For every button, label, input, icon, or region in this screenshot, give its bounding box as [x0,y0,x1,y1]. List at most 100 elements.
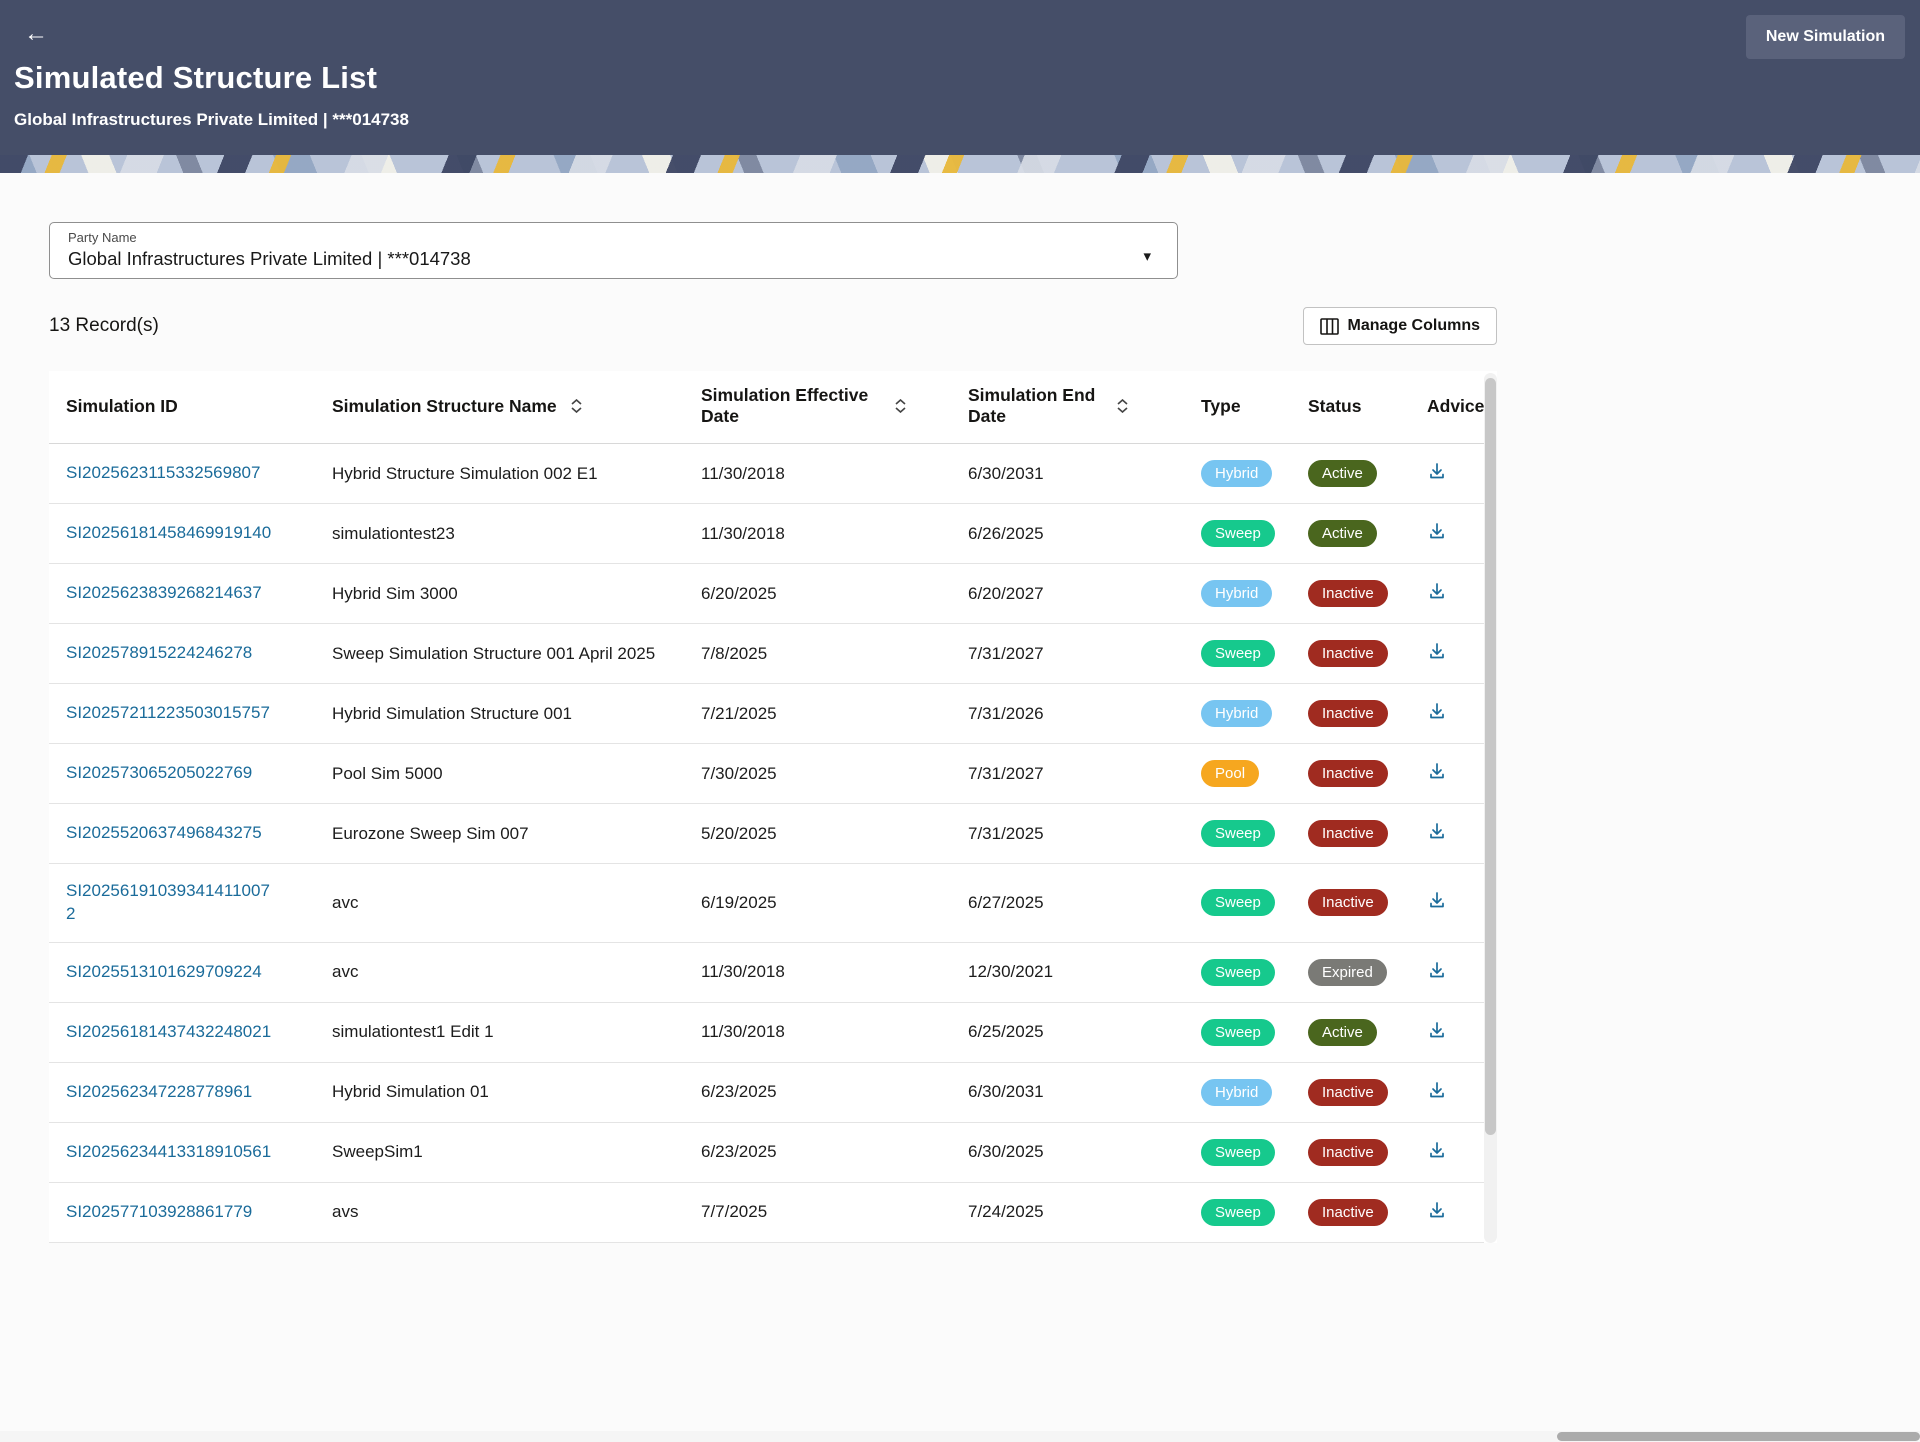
table-row: SI202577103928861779 avs 7/7/2025 7/24/2… [49,1182,1484,1242]
structure-name-cell: avs [315,1182,684,1242]
end-date-cell: 7/31/2027 [951,744,1184,804]
structure-name-cell: Hybrid Simulation 01 [315,1062,684,1122]
status-badge: Inactive [1308,640,1388,667]
download-advice-icon[interactable] [1427,1140,1447,1160]
table-toolbar: 13 Record(s) Manage Columns [49,307,1497,345]
type-badge: Sweep [1201,640,1275,667]
simulation-id-link[interactable]: SI20257211223503015757 [66,702,270,725]
table-row: SI20256181437432248021 simulationtest1 E… [49,1002,1484,1062]
end-date-cell: 6/25/2025 [951,1002,1184,1062]
structure-name-cell: Eurozone Sweep Sim 007 [315,804,684,864]
end-date-cell: 7/24/2025 [951,1182,1184,1242]
status-badge: Inactive [1308,1199,1388,1226]
type-badge: Hybrid [1201,460,1272,487]
status-badge: Inactive [1308,700,1388,727]
type-badge: Hybrid [1201,1079,1272,1106]
structure-name-cell: Pool Sim 5000 [315,744,684,804]
download-advice-icon[interactable] [1427,821,1447,841]
party-name-select[interactable]: Party Name Global Infrastructures Privat… [49,222,1178,279]
table-row: SI2025513101629709224 avc 11/30/2018 12/… [49,942,1484,1002]
structure-name-cell: Hybrid Structure Simulation 002 E1 [315,444,684,504]
structure-name-cell: Hybrid Simulation Structure 001 [315,684,684,744]
status-badge: Active [1308,460,1377,487]
page-horizontal-scrollbar[interactable] [0,1431,1920,1442]
download-advice-icon[interactable] [1427,581,1447,601]
effective-date-cell: 7/21/2025 [684,684,951,744]
sort-icon[interactable] [571,399,582,413]
table-body: SI2025623115332569807 Hybrid Structure S… [49,444,1484,1243]
effective-date-cell: 11/30/2018 [684,1002,951,1062]
page-header: ← New Simulation Simulated Structure Lis… [0,0,1920,155]
scrollbar-thumb[interactable] [1557,1432,1920,1441]
end-date-cell: 7/31/2027 [951,624,1184,684]
status-badge: Active [1308,520,1377,547]
simulation-id-link[interactable]: SI202578915224246278 [66,642,252,665]
structure-name-cell: Sweep Simulation Structure 001 April 202… [315,624,684,684]
end-date-cell: 6/30/2031 [951,444,1184,504]
simulation-id-link[interactable]: SI2025623839268214637 [66,582,262,605]
table-row: SI2025623839268214637 Hybrid Sim 3000 6/… [49,564,1484,624]
status-badge: Inactive [1308,820,1388,847]
download-advice-icon[interactable] [1427,1080,1447,1100]
type-badge: Hybrid [1201,700,1272,727]
manage-columns-button[interactable]: Manage Columns [1303,307,1497,345]
download-advice-icon[interactable] [1427,641,1447,661]
chevron-down-icon[interactable]: ▾ [1143,247,1151,265]
structure-name-cell: simulationtest1 Edit 1 [315,1002,684,1062]
simulation-id-link[interactable]: SI202561910393414110072 [66,880,278,926]
download-advice-icon[interactable] [1427,960,1447,980]
status-badge: Inactive [1308,1079,1388,1106]
col-header-structure-name: Simulation Structure Name [315,371,684,444]
simulation-id-link[interactable]: SI202573065205022769 [66,762,252,785]
download-advice-icon[interactable] [1427,1200,1447,1220]
effective-date-cell: 7/8/2025 [684,624,951,684]
record-count: 13 Record(s) [49,315,159,337]
manage-columns-label: Manage Columns [1348,317,1480,335]
page-title: Simulated Structure List [14,60,377,96]
type-badge: Sweep [1201,820,1275,847]
effective-date-cell: 6/23/2025 [684,1062,951,1122]
download-advice-icon[interactable] [1427,761,1447,781]
table-row: SI202573065205022769 Pool Sim 5000 7/30/… [49,744,1484,804]
effective-date-cell: 6/20/2025 [684,564,951,624]
sort-icon[interactable] [1117,399,1128,413]
type-badge: Sweep [1201,1199,1275,1226]
scrollbar-thumb[interactable] [1485,378,1496,1135]
download-advice-icon[interactable] [1427,521,1447,541]
download-advice-icon[interactable] [1427,1020,1447,1040]
end-date-cell: 6/26/2025 [951,504,1184,564]
table-vertical-scrollbar[interactable] [1484,373,1497,1243]
simulation-id-link[interactable]: SI20256234413318910561 [66,1141,271,1164]
simulation-id-link[interactable]: SI2025520637496843275 [66,822,262,845]
status-badge: Inactive [1308,1139,1388,1166]
effective-date-cell: 7/7/2025 [684,1182,951,1242]
table-row: SI202578915224246278 Sweep Simulation St… [49,624,1484,684]
sort-icon[interactable] [895,399,906,413]
new-simulation-button[interactable]: New Simulation [1746,15,1905,59]
end-date-cell: 7/31/2026 [951,684,1184,744]
col-header-type: Type [1184,371,1291,444]
simulation-id-link[interactable]: SI20256181458469919140 [66,522,271,545]
simulation-id-link[interactable]: SI20256181437432248021 [66,1021,271,1044]
simulation-id-link[interactable]: SI2025513101629709224 [66,961,262,984]
simulation-id-link[interactable]: SI202562347228778961 [66,1081,252,1104]
structure-name-cell: avc [315,942,684,1002]
col-header-advice: Advice [1410,371,1484,444]
type-badge: Sweep [1201,520,1275,547]
main-content: Party Name Global Infrastructures Privat… [49,222,1497,1243]
table-row: SI20256234413318910561 SweepSim1 6/23/20… [49,1122,1484,1182]
download-advice-icon[interactable] [1427,461,1447,481]
page-subtitle: Global Infrastructures Private Limited |… [14,110,409,130]
columns-icon [1320,318,1339,335]
simulation-id-link[interactable]: SI2025623115332569807 [66,462,260,485]
end-date-cell: 6/30/2025 [951,1122,1184,1182]
back-arrow-icon[interactable]: ← [24,22,48,46]
simulation-id-link[interactable]: SI202577103928861779 [66,1201,252,1224]
effective-date-cell: 5/20/2025 [684,804,951,864]
download-advice-icon[interactable] [1427,701,1447,721]
type-badge: Sweep [1201,1019,1275,1046]
status-badge: Inactive [1308,889,1388,916]
download-advice-icon[interactable] [1427,890,1447,910]
end-date-cell: 6/20/2027 [951,564,1184,624]
type-badge: Sweep [1201,1139,1275,1166]
